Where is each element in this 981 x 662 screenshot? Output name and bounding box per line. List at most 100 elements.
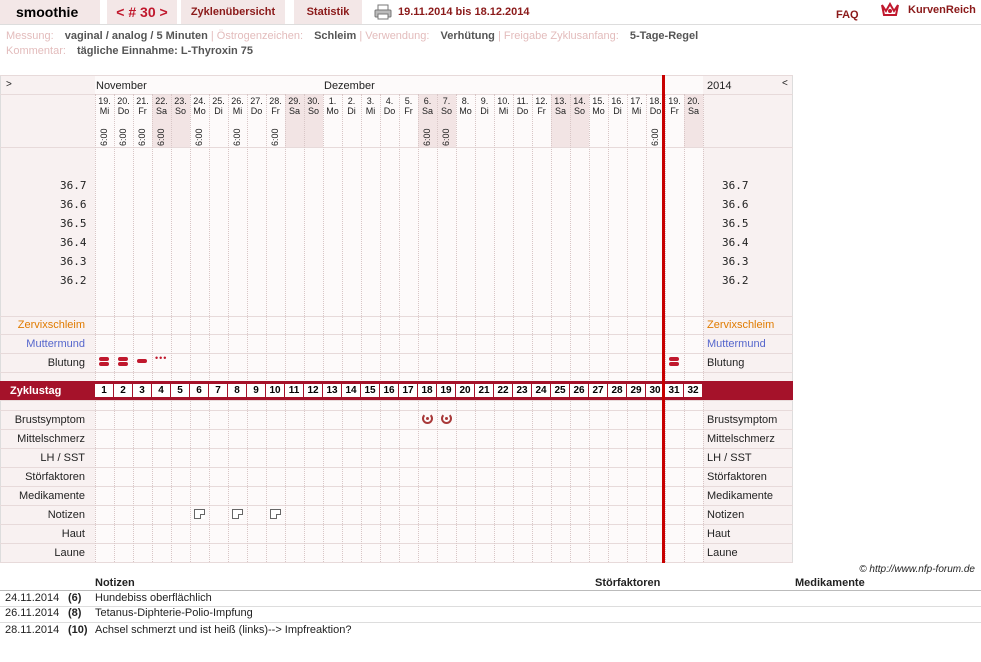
- grid-column: [703, 94, 704, 562]
- oestrogen-value: Schleim: [314, 30, 357, 42]
- cycle-day-cell[interactable]: 4: [152, 384, 170, 397]
- cycle-day-cell[interactable]: 6: [190, 384, 208, 397]
- cycle-nav[interactable]: < # 30 >: [107, 0, 177, 24]
- label-blutung: Blutung: [47, 357, 85, 369]
- day-date: 1.: [328, 96, 337, 106]
- note-date: 24.11.2014: [5, 592, 60, 604]
- cycle-day-cell[interactable]: 3: [133, 384, 151, 397]
- cycle-day-cell[interactable]: 8: [228, 384, 246, 397]
- cycle-day-cell[interactable]: 28: [608, 384, 626, 397]
- day-weekday: Do: [383, 106, 396, 116]
- grid-column: [171, 94, 172, 562]
- messung-label: Messung:: [6, 30, 54, 42]
- grid-column: [475, 94, 476, 562]
- bleeding-heavy: [669, 362, 679, 366]
- bleeding-medium: [137, 359, 147, 363]
- cycle-day-cell[interactable]: 15: [361, 384, 379, 397]
- cycle-day-cell[interactable]: 7: [209, 384, 227, 397]
- cycle-day-cell[interactable]: 20: [456, 384, 474, 397]
- cycle-day-cell[interactable]: 12: [304, 384, 322, 397]
- grid-column: [228, 94, 229, 562]
- cycle-day-cell[interactable]: 5: [171, 384, 189, 397]
- grid-line: [0, 381, 793, 382]
- day-weekday: Mi: [99, 106, 110, 116]
- day-date: 5.: [404, 96, 413, 106]
- grid-column: [95, 94, 96, 562]
- grid-line: [0, 429, 793, 430]
- day-date: 25.: [212, 96, 225, 106]
- day-weekday: Di: [214, 106, 223, 116]
- cycle-day-cell[interactable]: 22: [494, 384, 512, 397]
- prev-arrow[interactable]: >: [6, 79, 12, 90]
- grid-column: [247, 94, 248, 562]
- tab-statistik[interactable]: Statistik: [294, 0, 362, 24]
- cycle-day-cell[interactable]: 17: [399, 384, 417, 397]
- cycle-day-cell[interactable]: 10: [266, 384, 284, 397]
- day-date: 18.: [649, 96, 662, 106]
- month-november: November: [96, 80, 147, 92]
- cycle-day-cell[interactable]: 13: [323, 384, 341, 397]
- cycle-day-cell[interactable]: 26: [570, 384, 588, 397]
- grid-line: [0, 562, 793, 563]
- day-date: 15.: [592, 96, 605, 106]
- day-weekday: Di: [613, 106, 622, 116]
- next-arrow[interactable]: <: [782, 78, 788, 89]
- note-cycle: (10): [68, 624, 88, 636]
- measure-time: 6:00: [441, 128, 451, 146]
- grid-column: [209, 94, 210, 562]
- kommentar-value: tägliche Einnahme: L-Thyroxin 75: [76, 45, 254, 57]
- cycle-day-cell[interactable]: 14: [342, 384, 360, 397]
- cycle-day-cell[interactable]: 30: [646, 384, 664, 397]
- day-date: 2.: [347, 96, 356, 106]
- weekend-shade: [152, 94, 171, 147]
- print-icon[interactable]: [374, 4, 392, 20]
- day-date: 23.: [174, 96, 187, 106]
- cycle-day-cell[interactable]: 25: [551, 384, 569, 397]
- kommentar-label: Kommentar:: [6, 45, 66, 57]
- cycle-day-cell[interactable]: 24: [532, 384, 550, 397]
- day-weekday: So: [440, 106, 452, 116]
- cycle-day-cell[interactable]: 29: [627, 384, 645, 397]
- cycle-day-cell[interactable]: 1: [95, 384, 113, 397]
- cycle-day-cell[interactable]: 2: [114, 384, 132, 397]
- day-weekday: Di: [480, 106, 489, 116]
- cycle-day-cell[interactable]: 21: [475, 384, 493, 397]
- note-icon[interactable]: [194, 509, 205, 519]
- grid-column: [380, 94, 381, 562]
- grid-column: [627, 94, 628, 562]
- weekend-shade: [551, 94, 570, 147]
- separator: |: [210, 30, 214, 42]
- cycle-day-cell[interactable]: 19: [437, 384, 455, 397]
- grid-column: [551, 94, 552, 562]
- cycle-day-cell[interactable]: 23: [513, 384, 531, 397]
- label-zervixschleim: Zervixschleim: [17, 319, 85, 331]
- temp-tick-right: 36.3: [722, 255, 749, 268]
- label-medikamente: Medikamente: [18, 490, 85, 502]
- temp-tick-left: 36.3: [60, 255, 87, 268]
- note-icon[interactable]: [232, 509, 243, 519]
- year-label: 2014: [707, 80, 732, 92]
- cycle-day-cell[interactable]: 11: [285, 384, 303, 397]
- notes-header-notizen: Notizen: [95, 577, 135, 589]
- day-weekday: Mi: [232, 106, 243, 116]
- cycle-day-cell[interactable]: 31: [665, 384, 683, 397]
- temp-tick-left: 36.4: [60, 236, 87, 249]
- tab-zyklenuebersicht[interactable]: Zyklenübersicht: [181, 0, 285, 24]
- bleeding-heavy: [99, 357, 109, 361]
- cycle-day-cell[interactable]: 9: [247, 384, 265, 397]
- cycle-day-cell[interactable]: 18: [418, 384, 436, 397]
- grid-line: [0, 467, 793, 468]
- table-row: 26.11.2014 (8) Tetanus-Diphterie-Polio-I…: [0, 606, 981, 621]
- faq-link[interactable]: FAQ: [836, 9, 859, 21]
- measure-time: 6:00: [650, 128, 660, 146]
- username-label: smoothie: [0, 0, 100, 24]
- label-brustsymptom-right: Brustsymptom: [707, 414, 778, 426]
- label-zervixschleim-right: Zervixschleim: [707, 319, 775, 331]
- note-icon[interactable]: [270, 509, 281, 519]
- day-weekday: Sa: [288, 106, 300, 116]
- cycle-day-cell[interactable]: 32: [684, 384, 702, 397]
- cycle-day-cell[interactable]: 16: [380, 384, 398, 397]
- label-notizen: Notizen: [47, 509, 85, 521]
- cycle-day-cell[interactable]: 27: [589, 384, 607, 397]
- label-blutung-right: Blutung: [707, 357, 745, 369]
